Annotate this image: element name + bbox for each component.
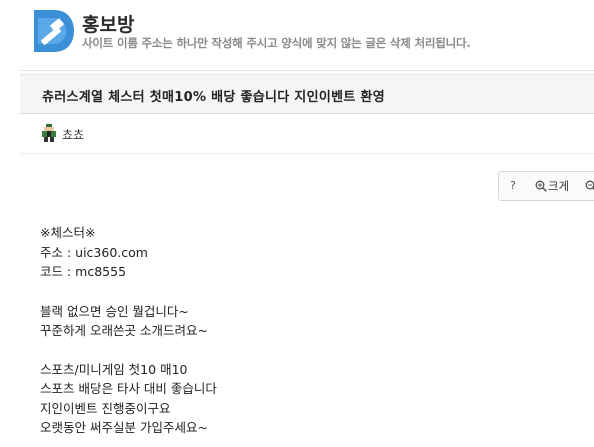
enlarge-font-button[interactable]: 크게 [548,178,569,194]
content-line: 지인이벤트 진행중이구요 [40,400,171,416]
content-line: 주소 : uic360.com [40,244,148,260]
board-description: 사이트 이름 주소는 하나만 작성해 주시고 양식에 맞지 않는 글은 삭제 처… [82,36,471,50]
font-size-toolbar: ? 크게 [498,171,594,201]
help-button[interactable]: ? [510,179,516,192]
member-level-icon [42,124,56,142]
post-title: 츄러스계열 체스터 첫매10% 배당 좋습니다 지인이벤트 환영 [42,90,385,105]
post-author-name[interactable]: 쵸쵸 [62,126,84,143]
board-logo-icon [34,10,74,52]
zoom-out-icon[interactable] [585,180,594,192]
zoom-in-icon[interactable] [535,180,547,192]
content-line: 스포츠 배당은 타사 대비 좋습니다 [40,381,217,396]
content-line: 꾸준하게 오래쓴곳 소개드려요~ [40,323,208,338]
content-line: 오랫동안 써주실분 가입주세요~ [40,420,208,435]
content-line: 코드 : mc8555 [40,264,127,279]
post-content: ※체스터※ 주소 : uic360.com 코드 : mc8555 블랙 없으면… [40,223,217,438]
content-line: 스포츠/미니게임 첫10 매10 [40,361,188,377]
board-header: 홍보방 사이트 이름 주소는 하나만 작성해 주시고 양식에 맞지 않는 글은 … [0,0,594,62]
header-divider [20,70,594,71]
post-title-bar: 츄러스계열 체스터 첫매10% 배당 좋습니다 지인이벤트 환영 [20,74,594,114]
content-line: 블랙 없으면 승인 뭘겁니다~ [40,303,189,319]
post-author-row: 쵸쵸 [20,113,594,154]
board-title: 홍보방 [82,14,135,36]
content-line: ※체스터※ [40,225,96,240]
